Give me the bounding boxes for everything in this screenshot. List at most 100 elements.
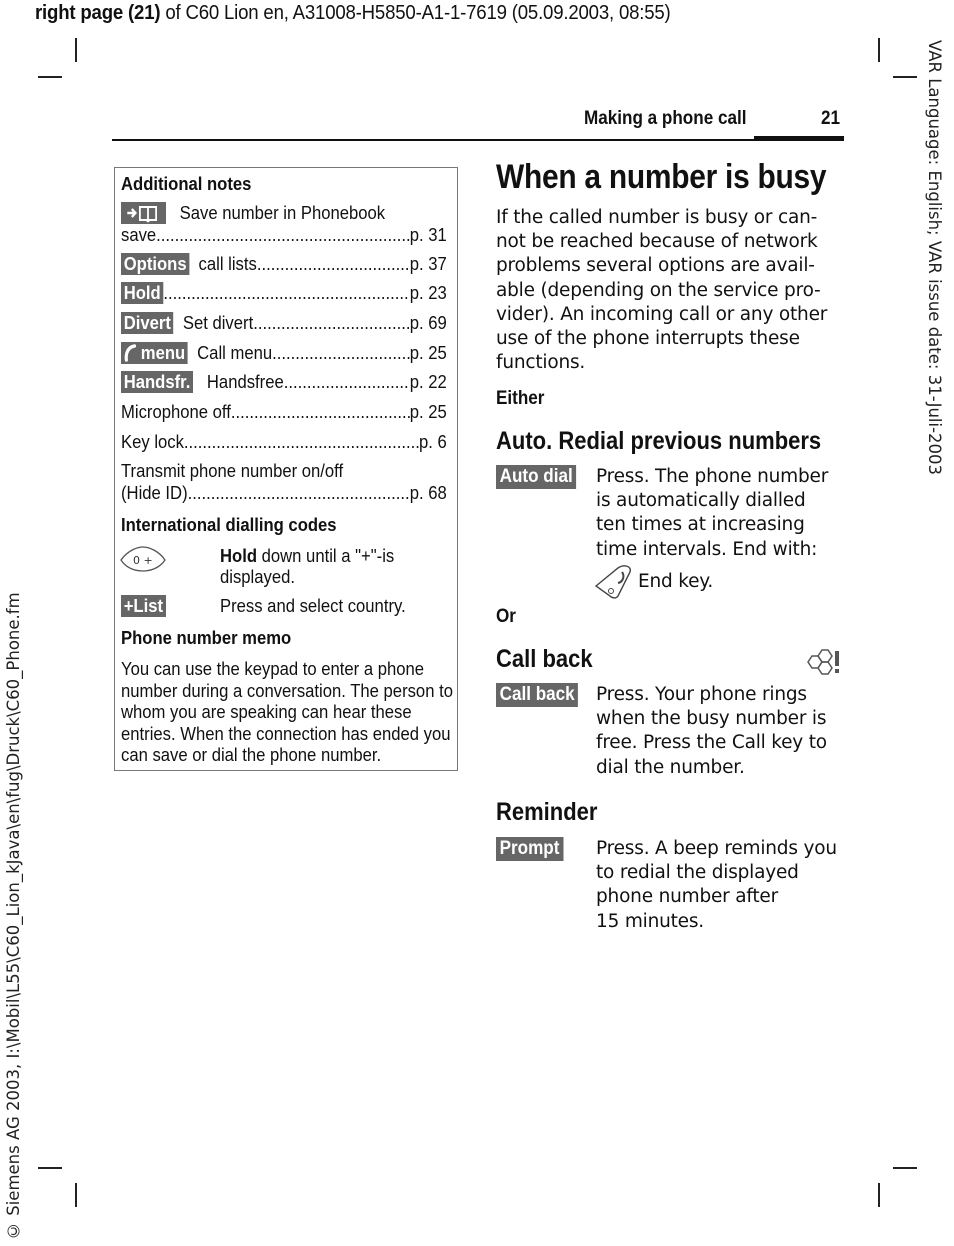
toc-entry-key-lock[interactable]: Key lock p. 6 <box>121 431 447 452</box>
additional-notes-box: Additional notes Save number in Phoneboo… <box>114 167 458 771</box>
desc-line: 15 minutes. <box>596 910 704 932</box>
toc-entry-call-menu[interactable]: menu Call menu p. 25 <box>121 342 447 364</box>
desc-line: to redial the displayed <box>596 862 799 884</box>
toc-leader <box>272 342 410 364</box>
phonebook-softkey <box>121 202 166 224</box>
print-header: right page (21) of C60 Lion en, A31008-H… <box>35 2 671 25</box>
hold-instruction-cont: displayed. <box>220 566 295 587</box>
auto-redial-heading: Auto. Redial previous numbers <box>496 427 822 455</box>
toc-page: p. 31 <box>409 224 447 245</box>
desc-line: phone number after <box>596 886 779 908</box>
end-key-icon <box>594 565 631 599</box>
toc-page: p. 23 <box>409 282 447 303</box>
toc-leader <box>257 253 410 275</box>
desc-line: Press. The phone number <box>596 466 829 487</box>
call-back-description: Press. Your phone rings when the busy nu… <box>596 683 846 780</box>
phonebook-text: Save number in Phonebook <box>179 202 386 223</box>
toc-page: p. 22 <box>409 371 447 392</box>
toc-page: p. 37 <box>409 253 447 274</box>
page-title: When a number is busy <box>496 158 827 196</box>
toc-page: p. 6 <box>419 431 447 452</box>
intro-line: If the called number is busy or can- <box>496 207 818 228</box>
crop-mark <box>893 1167 917 1169</box>
crop-mark <box>75 38 77 62</box>
hold-instruction: Hold down until a "+"-is <box>220 545 394 566</box>
toc-label: call lists <box>198 253 257 274</box>
toc-entry-hold[interactable]: Hold p. 23 <box>121 282 447 304</box>
crop-mark <box>878 38 880 62</box>
zero-plus-key-icon: 0 + <box>120 546 166 572</box>
toc-label: Key lock <box>121 431 184 452</box>
list-row: +List <box>121 595 166 617</box>
crop-mark <box>38 76 62 78</box>
toc-entry-options[interactable]: Options call lists p. 37 <box>121 253 447 275</box>
memo-text: You can use the keypad to enter a phone … <box>121 658 453 765</box>
transmit-number-label: Transmit phone number on/off <box>121 460 344 481</box>
handsfree-softkey: Handsfr. <box>121 371 194 393</box>
toc-entry-hide-id[interactable]: (Hide ID) p. 68 <box>121 482 447 503</box>
network-service-icon <box>807 649 839 675</box>
toc-label: Handsfree <box>206 371 284 392</box>
toc-entry-microphone-off[interactable]: Microphone off p. 25 <box>121 401 447 422</box>
desc-line: is automatically dialled <box>596 490 806 512</box>
header-rule-accent <box>754 136 844 141</box>
end-key-text: End key. <box>638 571 714 592</box>
or-label: Or <box>496 606 516 627</box>
toc-label: (Hide ID) <box>121 482 188 503</box>
page-number: 21 <box>821 108 841 129</box>
desc-line: ten times at increasing <box>596 514 805 536</box>
toc-entry-handsfree[interactable]: Handsfr. Handsfree p. 22 <box>121 371 447 393</box>
divert-softkey: Divert <box>121 312 174 334</box>
auto-dial-softkey[interactable]: Auto dial <box>496 465 577 489</box>
desc-line: Press. Your phone rings <box>596 684 807 705</box>
intro-line: use of the phone interrupts these <box>496 328 800 350</box>
toc-leader <box>184 431 419 452</box>
toc-leader <box>253 312 410 334</box>
crop-mark <box>893 76 917 78</box>
call-back-heading: Call back <box>496 645 593 673</box>
call-back-softkey[interactable]: Call back <box>496 683 579 707</box>
toc-label: save <box>121 224 157 245</box>
crop-mark <box>38 1167 62 1169</box>
either-label: Either <box>496 388 545 409</box>
toc-page: p. 25 <box>409 342 447 363</box>
crop-mark <box>878 1183 880 1207</box>
intro-line: functions. <box>496 352 586 374</box>
header-rule <box>112 139 754 141</box>
intro-line: able (depending on the service pro- <box>496 279 821 301</box>
arrow-book-icon <box>127 206 157 223</box>
var-language-note: VAR Language: English; VAR issue date: 3… <box>925 40 944 476</box>
toc-page: p. 68 <box>409 482 447 503</box>
auto-dial-description: Press. The phone number is automatically… <box>596 465 846 562</box>
intro-line: not be reached because of network <box>496 231 818 253</box>
hold-bold: Hold <box>220 545 257 566</box>
intro-paragraph: If the called number is busy or can- not… <box>496 206 846 375</box>
call-menu-softkey-label: menu <box>140 342 186 363</box>
call-menu-softkey: menu <box>121 342 188 364</box>
options-softkey: Options <box>121 253 190 275</box>
print-header-info: of C60 Lion en, A31008-H5850-A1-1-7619 (… <box>160 2 671 24</box>
toc-label: Set divert <box>182 312 254 333</box>
intro-line: vider). An incoming call or any other <box>496 303 828 325</box>
running-head-title: Making a phone call <box>584 108 747 129</box>
list-softkey: +List <box>121 595 166 617</box>
reminder-description: Press. A beep reminds you to redial the … <box>596 837 846 934</box>
toc-label: Call menu <box>197 342 273 363</box>
hold-rest: down until a "+"-is <box>256 545 395 566</box>
hold-softkey: Hold <box>121 282 164 304</box>
notes-heading: Additional notes <box>121 173 252 194</box>
toc-page: p. 69 <box>409 312 447 333</box>
crop-mark <box>75 1183 77 1207</box>
list-instruction: Press and select country. <box>220 595 406 616</box>
toc-leader <box>156 224 410 245</box>
toc-leader <box>284 371 410 393</box>
desc-line: Press. A beep reminds you <box>596 838 837 859</box>
zero-key-label: 0 + <box>133 554 153 567</box>
toc-entry-save[interactable]: save p. 31 <box>121 224 447 245</box>
toc-page: p. 25 <box>409 401 447 422</box>
copyright-file-path: © Siemens AG 2003, I:\Mobil\L55\C60_Lion… <box>4 592 23 1240</box>
reminder-heading: Reminder <box>496 798 598 826</box>
prompt-softkey[interactable]: Prompt <box>496 837 564 861</box>
print-header-page: right page (21) <box>35 2 161 24</box>
toc-entry-divert[interactable]: Divert Set divert p. 69 <box>121 312 447 334</box>
